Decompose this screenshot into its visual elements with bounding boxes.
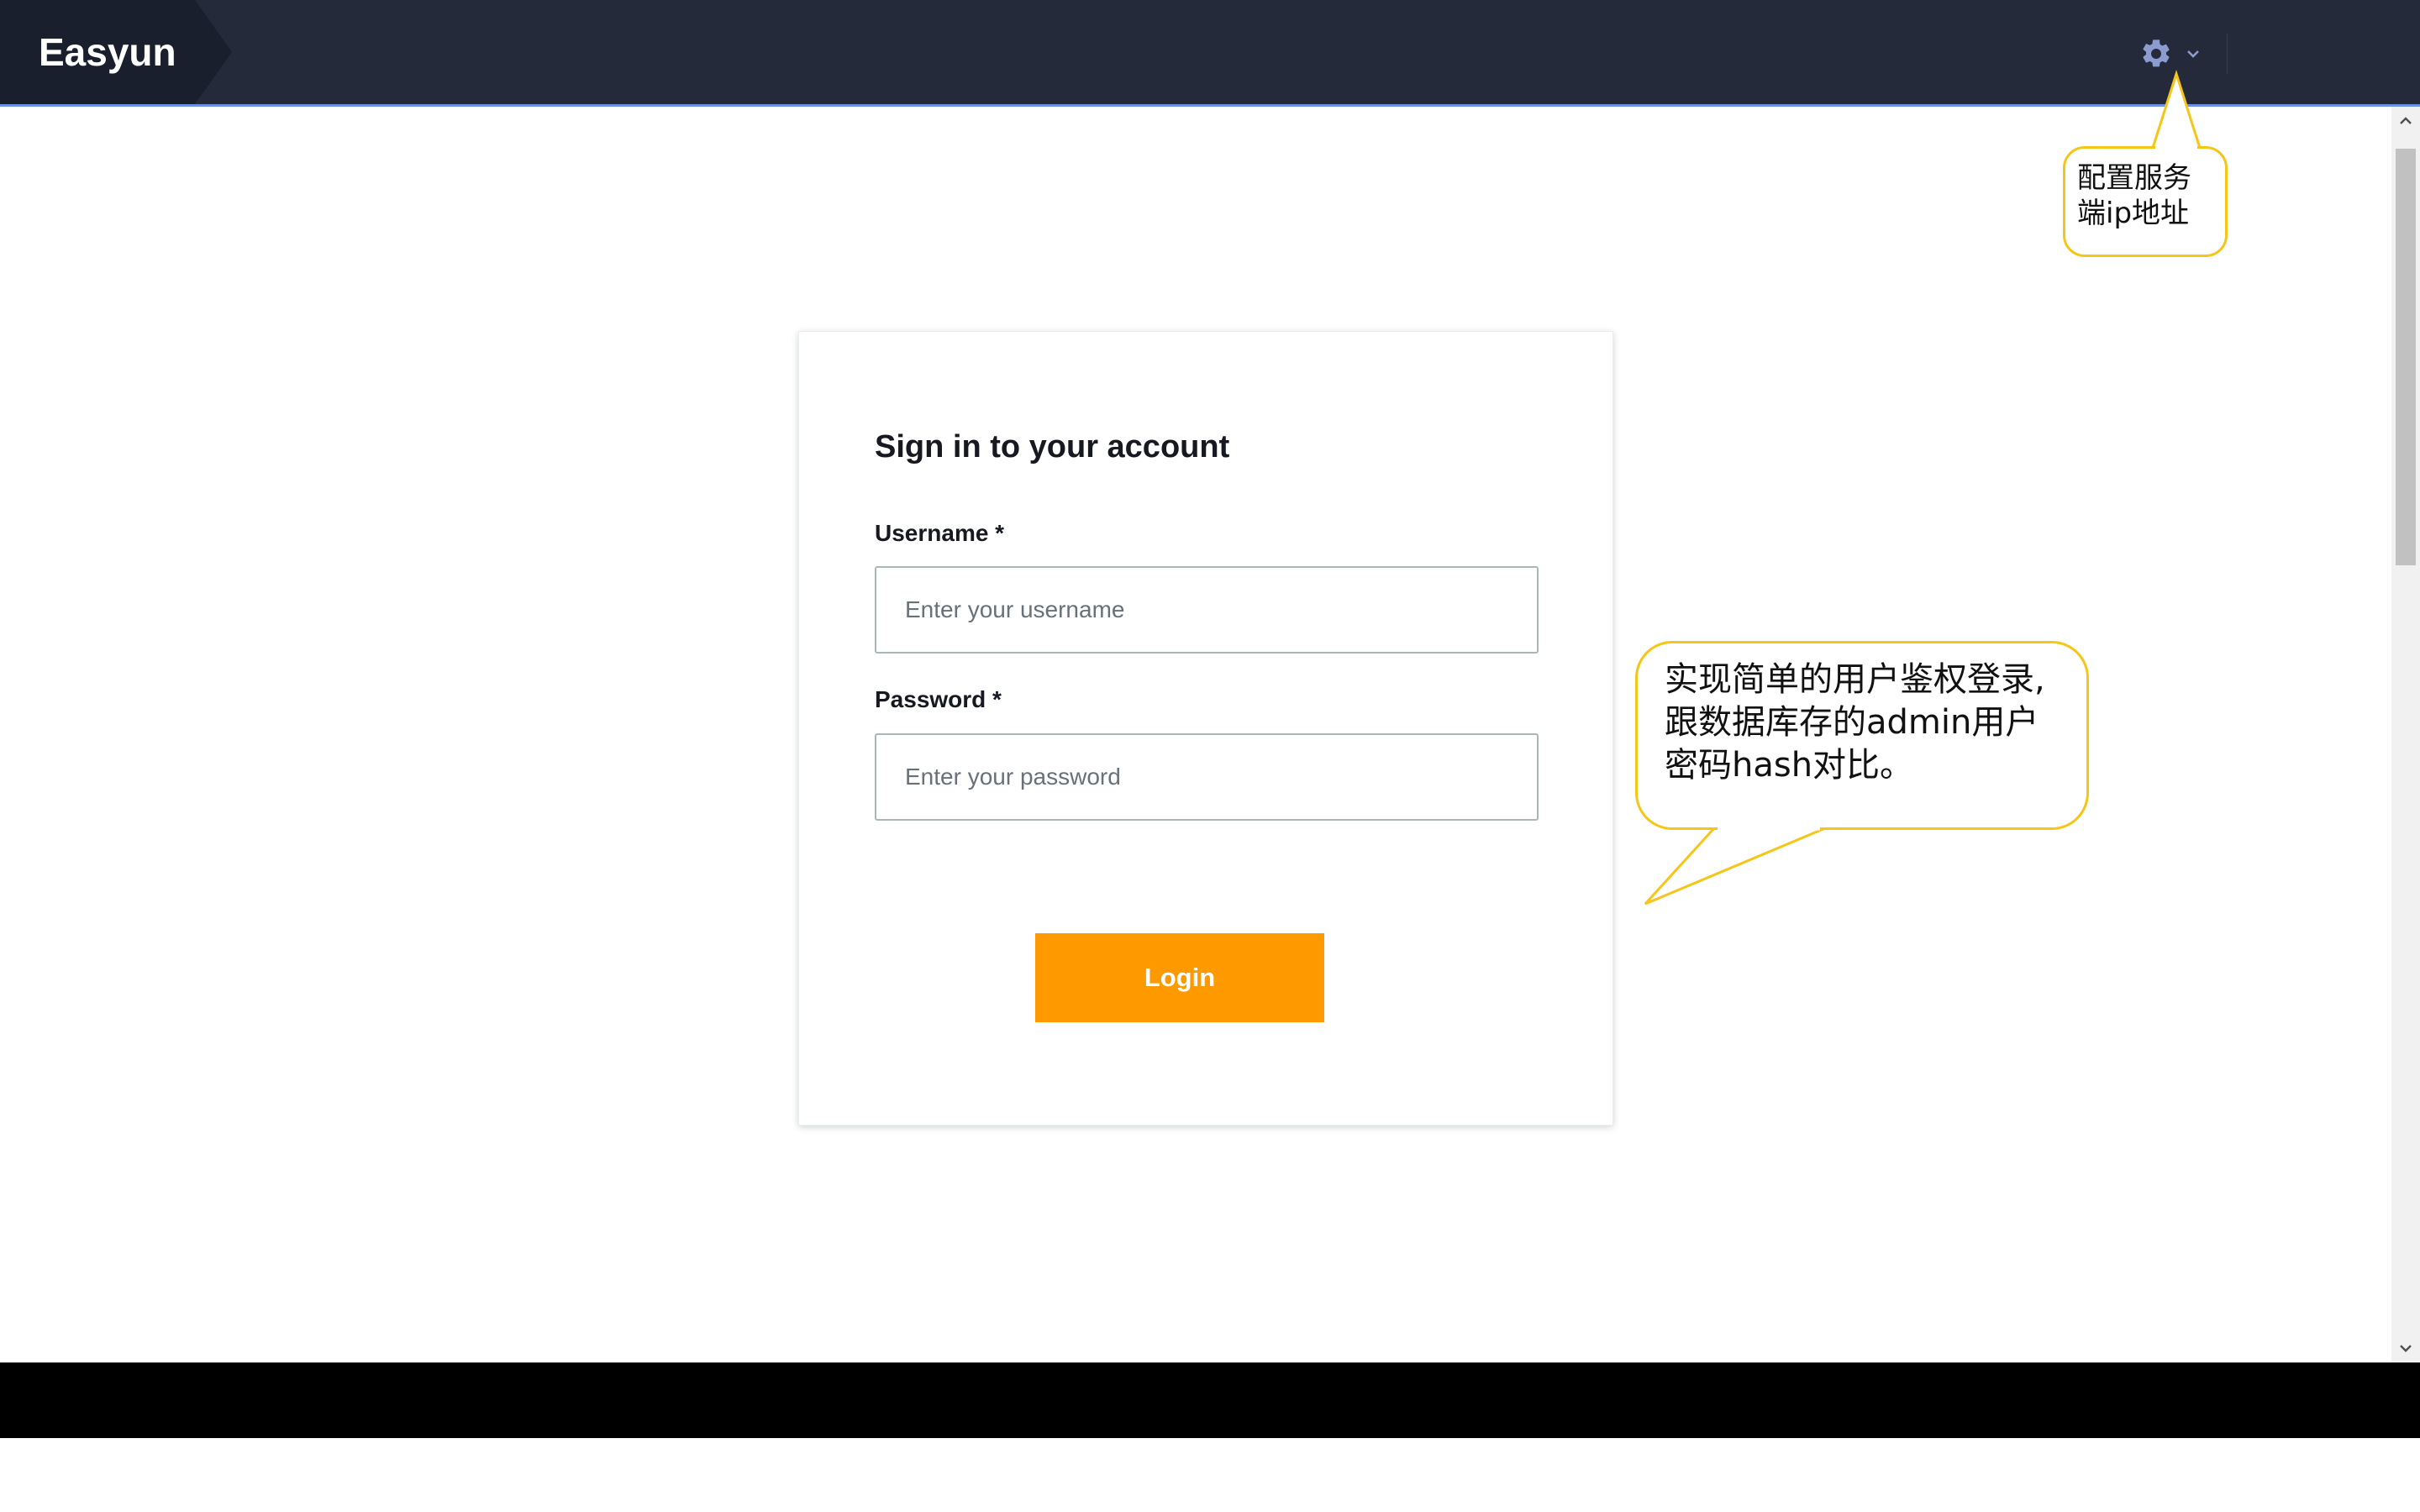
login-annotation-callout: 实现简单的用户鉴权登录, 跟数据库存的admin用户 密码hash对比。 [1635,641,2089,830]
scroll-down-icon[interactable] [2391,1334,2420,1362]
scrollbar-thumb[interactable] [2396,149,2416,565]
nav-divider [2227,34,2228,74]
app-brand-logo[interactable]: Easyun [39,29,176,76]
scroll-up-icon[interactable] [2391,107,2420,135]
password-label: Password * [875,686,1002,712]
password-input[interactable] [875,733,1539,821]
settings-menu-button[interactable] [2139,37,2210,71]
settings-annotation-text: 配置服务 端ip地址 [2077,161,2191,230]
bottom-bar [0,1362,2420,1438]
login-title: Sign in to your account [875,429,1230,465]
username-label: Username * [875,520,1005,546]
login-button[interactable]: Login [1035,933,1324,1022]
top-navigation-bar: Easyun [0,0,2420,107]
login-annotation-text: 实现简单的用户鉴权登录, 跟数据库存的admin用户 密码hash对比。 [1665,660,2045,785]
username-input[interactable] [875,566,1539,654]
settings-annotation-callout: 配置服务 端ip地址 [2063,146,2228,257]
login-card: Sign in to your account Username * Passw… [798,331,1613,1126]
gear-icon [2139,37,2173,71]
vertical-scrollbar[interactable] [2391,107,2420,1362]
chevron-down-icon [2185,45,2202,62]
